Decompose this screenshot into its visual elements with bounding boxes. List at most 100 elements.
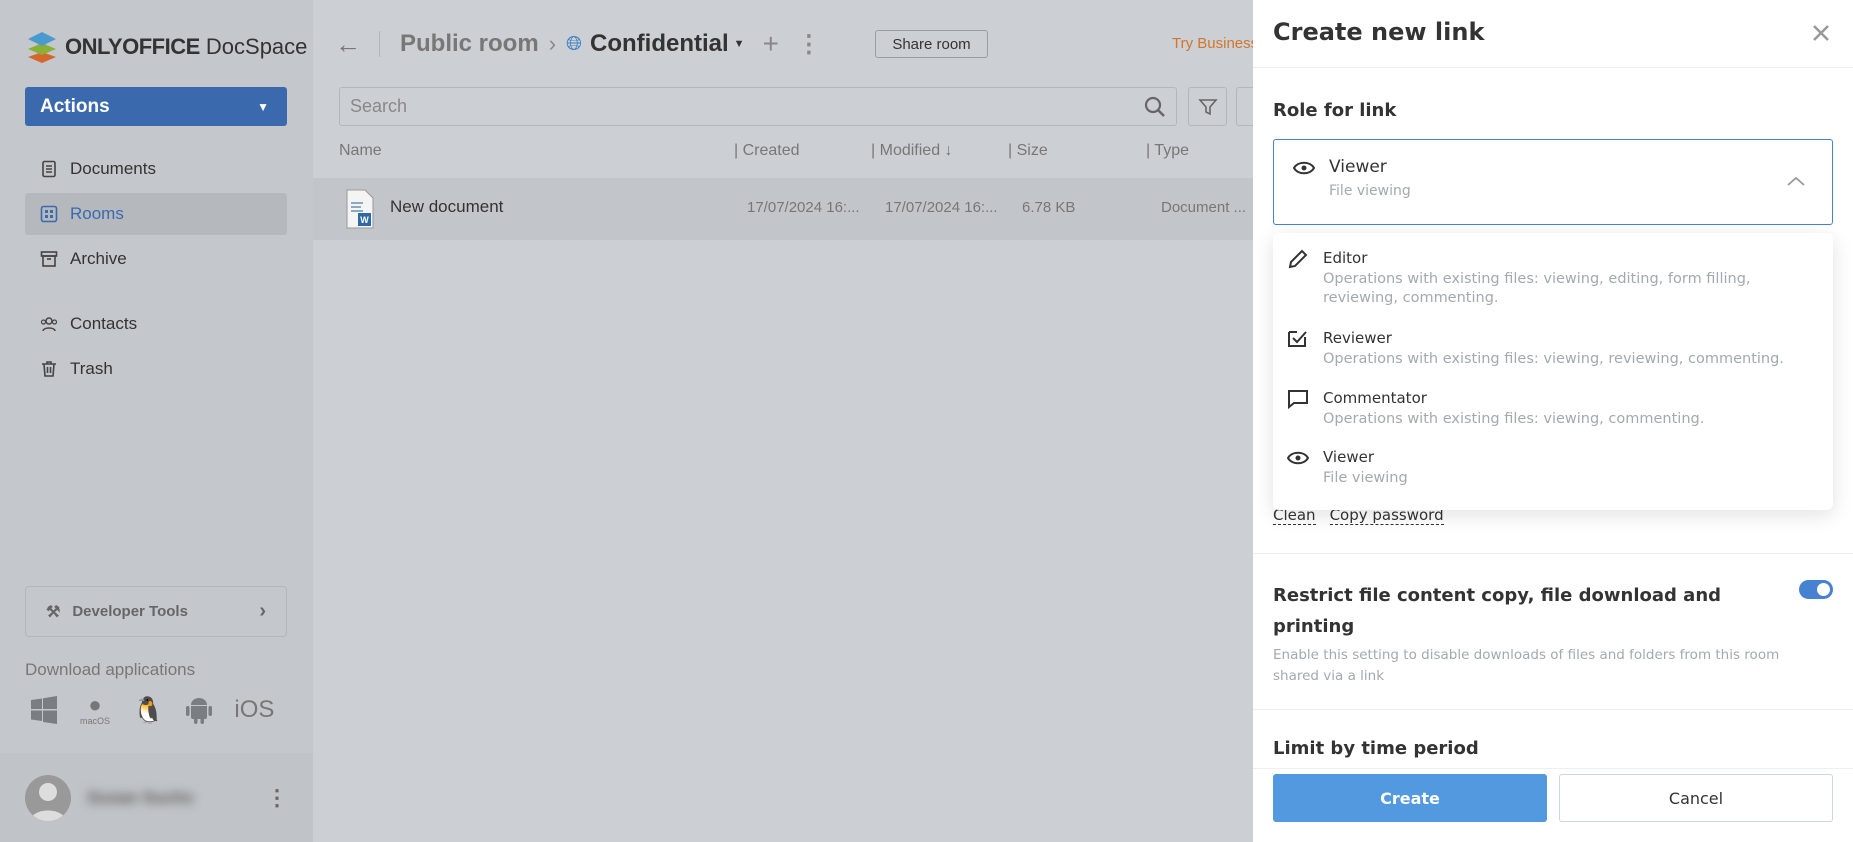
actions-label: Actions — [40, 95, 110, 117]
role-option-editor[interactable]: Editor Operations with existing files: vi… — [1287, 249, 1793, 308]
trash-icon — [42, 361, 56, 377]
developer-tools-button[interactable]: ⚒ Developer Tools › — [25, 586, 287, 637]
option-desc: Operations with existing files: viewing,… — [1323, 351, 1784, 367]
column-label: Type — [1154, 142, 1189, 159]
cell-type: Document ... — [1161, 199, 1247, 216]
role-option-reviewer[interactable]: Reviewer Operations with existing files: … — [1287, 329, 1784, 369]
divider — [379, 31, 380, 57]
file-name[interactable]: New document — [390, 197, 503, 217]
developer-tools-icon: ⚒ — [46, 603, 61, 621]
breadcrumb-parent[interactable]: Public room — [400, 30, 539, 58]
sidebar-item-label: Documents — [70, 159, 156, 178]
create-link-panel: Create new link Role for link Viewer Fil… — [1253, 0, 1853, 842]
panel-footer: Create Cancel — [1253, 768, 1853, 842]
sidebar-item-label: Trash — [70, 359, 113, 378]
option-desc: Operations with existing files: viewing,… — [1323, 411, 1705, 427]
role-section-title: Role for link — [1273, 100, 1397, 121]
archive-icon — [40, 251, 58, 267]
user-name: Susan Suchs — [87, 787, 194, 807]
ios-app-link[interactable]: iOS — [234, 696, 274, 724]
cell-size: 6.78 KB — [1022, 199, 1076, 216]
actions-button[interactable]: Actions ▼ — [25, 87, 287, 126]
column-header-name[interactable]: Name — [339, 142, 382, 160]
apple-icon: ● — [88, 692, 102, 717]
breadcrumb-current[interactable]: Confidential — [590, 30, 729, 58]
eye-icon — [1287, 451, 1309, 465]
onlyoffice-logo-icon — [28, 32, 56, 63]
sidebar-item-rooms[interactable]: Rooms — [25, 193, 287, 235]
restrict-title: Restrict file content copy, file downloa… — [1273, 585, 1722, 637]
linux-icon[interactable]: 🐧 — [132, 695, 164, 726]
android-icon[interactable] — [186, 696, 213, 724]
windows-icon[interactable] — [30, 696, 58, 724]
more-vertical-icon[interactable]: ⋮ — [797, 30, 821, 59]
column-header-created[interactable]: | Created — [734, 142, 800, 160]
word-document-icon: W — [346, 189, 374, 229]
try-business-link[interactable]: Try Business — [1172, 35, 1253, 52]
column-header-size[interactable]: | Size — [1008, 142, 1048, 160]
avatar[interactable] — [25, 774, 71, 821]
user-profile[interactable]: Susan Suchs ⋮ — [0, 753, 313, 842]
role-option-commentator[interactable]: Commentator Operations with existing file… — [1287, 389, 1704, 429]
column-label: Size — [1016, 142, 1048, 159]
column-header-type[interactable]: | Type — [1146, 142, 1189, 160]
rooms-icon — [40, 205, 58, 223]
restrict-toggle[interactable] — [1799, 580, 1833, 599]
developer-tools-label: Developer Tools — [72, 603, 188, 620]
close-icon[interactable] — [1812, 24, 1830, 42]
pencil-icon — [1288, 249, 1308, 269]
document-icon — [42, 160, 56, 178]
sidebar-item-contacts[interactable]: Contacts — [25, 303, 287, 345]
review-icon — [1288, 331, 1307, 347]
cell-created: 17/07/2024 16:... — [747, 199, 860, 216]
option-title: Editor — [1323, 249, 1368, 267]
logo[interactable]: ONLYOFFICE DocSpace — [25, 30, 307, 64]
option-desc: Operations with existing files: viewing,… — [1323, 271, 1751, 306]
cancel-button[interactable]: Cancel — [1559, 774, 1833, 822]
limit-time-title: Limit by time period — [1273, 738, 1479, 759]
comment-icon — [1288, 390, 1308, 410]
sidebar-item-label: Rooms — [70, 204, 124, 223]
logo-text: ONLYOFFICE — [65, 34, 200, 59]
role-option-viewer[interactable]: Viewer File viewing — [1287, 448, 1408, 488]
search-icon[interactable] — [1144, 96, 1166, 118]
divider — [1253, 553, 1853, 554]
sidebar-item-archive[interactable]: Archive — [25, 238, 287, 280]
main-content: ← Public room › 🌐︎ Confidential ▼ + ⋮ Sh… — [313, 0, 1266, 842]
more-vertical-icon[interactable]: ⋮ — [266, 785, 288, 811]
option-desc: File viewing — [1323, 470, 1408, 486]
caret-down-icon: ▼ — [257, 99, 269, 114]
macos-label: macOS — [80, 716, 111, 726]
column-header-modified[interactable]: | Modified ↓ — [871, 142, 953, 160]
cell-modified: 17/07/2024 16:... — [885, 199, 998, 216]
role-dropdown: Editor Operations with existing files: vi… — [1273, 233, 1833, 510]
option-title: Viewer — [1323, 448, 1374, 466]
globe-icon: 🌐︎ — [566, 32, 583, 55]
filter-icon — [1197, 98, 1218, 115]
sidebar-item-label: Archive — [70, 249, 127, 268]
create-button[interactable]: Create — [1273, 774, 1547, 822]
macos-app-link[interactable]: ● macOS — [80, 692, 111, 727]
sidebar: ONLYOFFICE DocSpace Actions ▼ Documents R… — [0, 0, 313, 842]
role-select[interactable]: Viewer File viewing — [1273, 139, 1833, 225]
sidebar-item-documents[interactable]: Documents — [25, 148, 287, 190]
sidebar-item-trash[interactable]: Trash — [25, 348, 287, 390]
eye-icon — [1293, 161, 1315, 175]
chevron-right-icon: › — [548, 31, 557, 56]
back-arrow-icon[interactable]: ← — [335, 29, 361, 60]
share-room-button[interactable]: Share room — [875, 30, 988, 58]
contacts-icon — [40, 317, 58, 332]
divider — [1253, 709, 1853, 710]
plus-icon[interactable]: + — [763, 28, 779, 60]
search-placeholder: Search — [350, 96, 408, 116]
filter-button[interactable] — [1188, 87, 1227, 126]
column-label: Modified ↓ — [879, 142, 953, 159]
search-input[interactable]: Search — [339, 87, 1177, 126]
caret-down-icon[interactable]: ▼ — [734, 38, 745, 50]
selected-role-desc: File viewing — [1329, 183, 1411, 199]
chevron-right-icon: › — [259, 600, 266, 622]
restrict-description: Enable this setting to disable downloads… — [1273, 647, 1780, 684]
chevron-up-icon — [1787, 176, 1805, 186]
column-label: Created — [742, 142, 800, 159]
sidebar-item-label: Contacts — [70, 314, 138, 333]
